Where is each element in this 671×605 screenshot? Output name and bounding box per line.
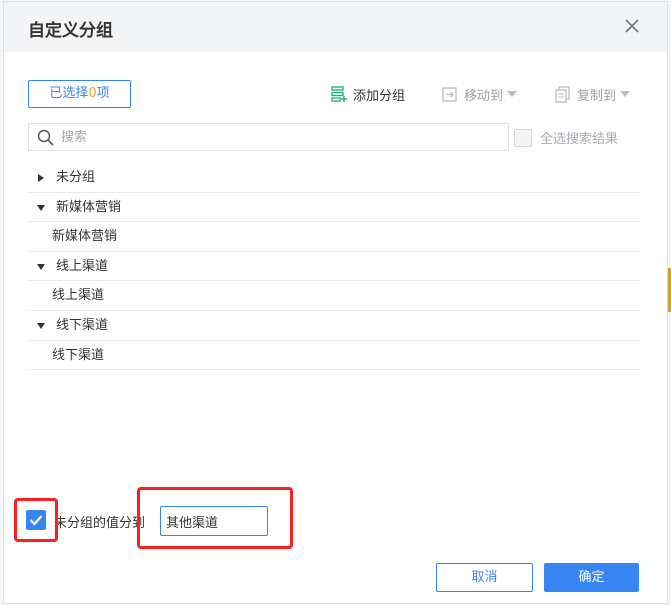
chevron-down-icon: [507, 91, 518, 97]
tree-group-label: 线下渠道: [56, 317, 109, 333]
tree-item-label: 线下渠道: [52, 347, 105, 363]
search-box: [28, 123, 509, 151]
tree-item[interactable]: 线下渠道: [28, 341, 641, 371]
move-to-button[interactable]: 移动到: [441, 84, 518, 104]
dialog-header: 自定义分组: [4, 2, 667, 52]
tree-item-label: 新媒体营销: [52, 229, 118, 245]
select-all-checkbox[interactable]: [514, 128, 532, 147]
custom-group-dialog: 自定义分组 已选择0项 添加分组 移动到 复制到 搜索 全选搜索结果 未分组 新…: [3, 1, 668, 604]
tree-group-label: 新媒体营销: [56, 199, 122, 215]
copy-to-label: 复制到: [577, 88, 617, 104]
caret-down-icon[interactable]: [36, 203, 46, 213]
select-all-search-results[interactable]: 全选搜索结果: [514, 128, 618, 147]
caret-right-icon[interactable]: [36, 173, 46, 183]
confirm-button[interactable]: 确定: [544, 563, 639, 592]
move-to-label: 移动到: [464, 88, 504, 104]
search-icon: [37, 129, 54, 146]
search-input[interactable]: [61, 126, 501, 148]
tree-group-label: 线上渠道: [56, 258, 109, 274]
copy-to-icon: [555, 86, 570, 103]
selected-count-button[interactable]: 已选择0项: [28, 80, 131, 108]
selected-prefix: 已选择: [49, 86, 89, 101]
ungrouped-to-label: 未分组的值分到: [54, 516, 146, 531]
add-group-label: 添加分组: [353, 88, 406, 104]
tree-group-ungrouped[interactable]: 未分组: [28, 163, 641, 193]
add-group-icon: [331, 86, 347, 102]
caret-down-icon[interactable]: [36, 262, 46, 272]
group-tree: 未分组 新媒体营销 新媒体营销 线上渠道 线上渠道 线下渠道 线下渠道: [28, 163, 641, 371]
tree-item-label: 线上渠道: [52, 288, 105, 304]
selected-suffix: 项: [96, 86, 110, 101]
tree-group[interactable]: 新媒体营销: [28, 193, 641, 223]
tree-group-label: 未分组: [56, 170, 96, 185]
highlight-box-input: [137, 487, 293, 549]
tree-group[interactable]: 线上渠道: [28, 252, 641, 282]
tree-item[interactable]: 新媒体营销: [28, 222, 641, 252]
move-to-icon: [442, 87, 457, 102]
dialog-title: 自定义分组: [28, 21, 113, 41]
cancel-button[interactable]: 取消: [436, 563, 533, 592]
add-group-button[interactable]: 添加分组: [330, 84, 405, 104]
caret-down-icon[interactable]: [36, 321, 46, 331]
chevron-down-icon: [620, 91, 631, 97]
select-all-label: 全选搜索结果: [540, 132, 619, 147]
tree-group[interactable]: 线下渠道: [28, 311, 641, 341]
copy-to-button[interactable]: 复制到: [554, 84, 631, 104]
tree-item[interactable]: 线上渠道: [28, 281, 641, 311]
highlight-box-checkbox: [14, 498, 58, 542]
selected-count: 0: [88, 86, 97, 101]
close-icon[interactable]: [623, 17, 641, 35]
